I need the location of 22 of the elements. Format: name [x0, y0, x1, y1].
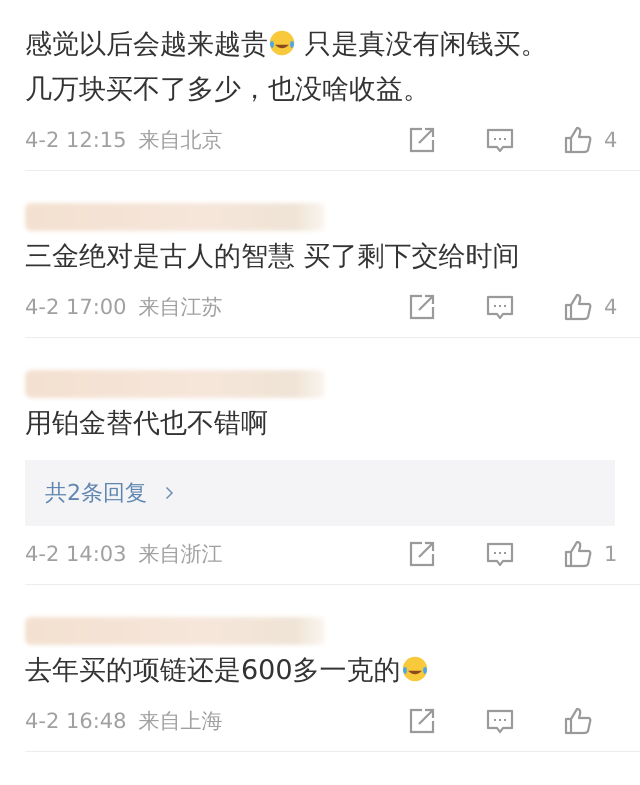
comment-text: 用铂金替代也不错啊	[25, 407, 269, 441]
emoji-icon	[400, 655, 429, 683]
thumbs-up-icon[interactable]	[562, 291, 594, 323]
comment-text: 三金绝对是古人的智慧 买了剩下交给时间	[25, 240, 521, 274]
emoji-icon	[268, 29, 296, 57]
comment-location: 来自上海	[138, 708, 222, 735]
like-count: 4	[604, 128, 618, 152]
comment-location: 来自北京	[138, 127, 222, 154]
comment-time: 4-2 17:00	[25, 295, 126, 319]
comment-time: 4-2 14:03	[25, 542, 126, 566]
thumbs-up-icon[interactable]	[562, 705, 594, 737]
thumbs-up-icon[interactable]	[562, 124, 594, 156]
comment-text: 去年买的项链还是600多一克的	[25, 648, 557, 693]
replies-link[interactable]: 共2条回复	[25, 460, 615, 526]
comment-time: 4-2 16:48	[25, 709, 126, 733]
like-count: 4	[604, 295, 618, 319]
like-count: 1	[604, 542, 618, 566]
comment-location: 来自江苏	[138, 294, 222, 321]
thumbs-up-icon[interactable]	[562, 538, 594, 570]
comment-time: 4-2 12:15	[25, 128, 126, 152]
comment-location: 来自浙江	[138, 541, 222, 568]
comment-text: 感觉以后会越来越贵 只是真没有闲钱买。几万块买不了多少，也没啥收益。	[25, 28, 549, 107]
